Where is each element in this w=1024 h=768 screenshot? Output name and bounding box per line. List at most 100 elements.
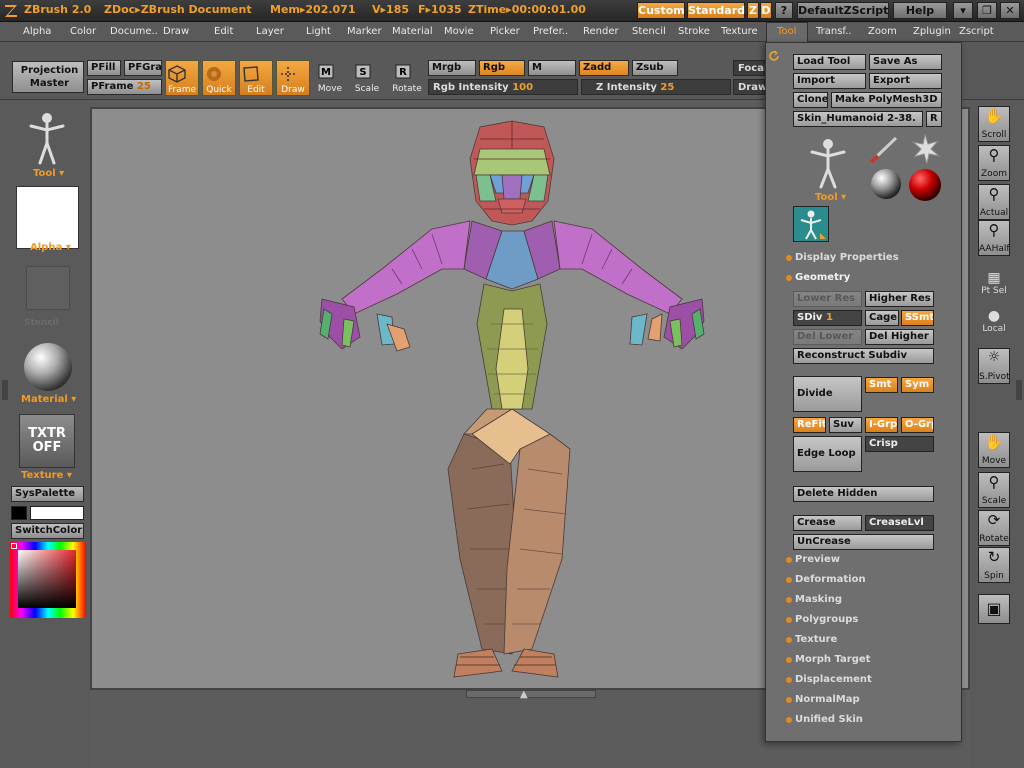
zsub-button[interactable]: Zsub: [632, 60, 678, 76]
del-higher-button[interactable]: Del Higher: [865, 329, 934, 345]
refresh-icon[interactable]: [768, 50, 780, 62]
lower-res-button[interactable]: Lower Res: [793, 291, 862, 307]
left-collapse-handle[interactable]: [2, 380, 8, 400]
menu-alpha[interactable]: Alpha: [23, 26, 51, 37]
zadd-button[interactable]: Zadd: [579, 60, 629, 76]
focal-slider[interactable]: Focal: [733, 60, 767, 76]
scroll-button[interactable]: ✋ Scroll: [978, 106, 1010, 142]
material-label[interactable]: Material ▾: [21, 394, 76, 405]
active-tool-thumbnail[interactable]: [793, 206, 829, 242]
menu-edit[interactable]: Edit: [214, 26, 233, 37]
menu-transform[interactable]: Transf..: [816, 26, 852, 37]
star-primitive-icon[interactable]: [908, 132, 942, 164]
clone-button[interactable]: Clone: [793, 92, 828, 108]
snapshot-button[interactable]: ▣: [978, 594, 1010, 624]
right-collapse-handle[interactable]: [1016, 380, 1022, 400]
ssmt-button[interactable]: SSmt: [901, 310, 934, 326]
display-properties-section[interactable]: Display Properties: [786, 252, 899, 263]
o-grp-button[interactable]: O-Grp: [901, 417, 934, 433]
menu-draw[interactable]: Draw: [163, 26, 189, 37]
import-button[interactable]: Import: [793, 73, 866, 89]
aahalf-button[interactable]: ⚲ AAHalf: [978, 220, 1010, 256]
z-button[interactable]: Z: [747, 2, 759, 19]
del-lower-button[interactable]: Del Lower: [793, 329, 862, 345]
rotate-button[interactable]: R Rotate: [390, 60, 424, 96]
color-picker[interactable]: [10, 542, 86, 618]
close-button[interactable]: ✕: [1000, 2, 1020, 19]
custom-button[interactable]: Custom: [637, 2, 685, 19]
cage-button[interactable]: Cage: [865, 310, 899, 326]
projection-master-button[interactable]: Projection Master: [12, 61, 84, 93]
document-menu[interactable]: ZDoc▸ZBrush Document: [104, 3, 252, 16]
mrgb-button[interactable]: Mrgb: [428, 60, 476, 76]
texture-section[interactable]: Texture: [785, 634, 837, 645]
menu-preferences[interactable]: Prefer..: [533, 26, 568, 37]
switchcolor-button[interactable]: SwitchColor: [11, 523, 84, 539]
make-polymesh3d-button[interactable]: Make PolyMesh3D: [831, 92, 942, 108]
pfgra-button[interactable]: PFGra: [124, 60, 162, 76]
reconstruct-subdiv-button[interactable]: Reconstruct Subdiv: [793, 348, 934, 364]
menu-marker[interactable]: Marker: [347, 26, 382, 37]
menu-render[interactable]: Render: [583, 26, 619, 37]
draw-button[interactable]: Draw: [276, 60, 310, 96]
menu-stroke[interactable]: Stroke: [678, 26, 710, 37]
crease-level-slider[interactable]: CreaseLvl: [865, 515, 934, 531]
menu-movie[interactable]: Movie: [444, 26, 474, 37]
menu-material[interactable]: Material: [392, 26, 433, 37]
s-pivot-button[interactable]: ☼ S.Pivot: [978, 348, 1010, 384]
humanoid-tool-icon[interactable]: [806, 136, 850, 190]
help-button[interactable]: Help: [893, 2, 947, 19]
pframe-slider[interactable]: PFrame 25: [87, 79, 162, 95]
main-color-swatch[interactable]: [30, 506, 84, 520]
stencil-thumbnail[interactable]: [26, 266, 70, 310]
actual-button[interactable]: ⚲ Actual: [978, 184, 1010, 220]
frame-button[interactable]: Frame: [165, 60, 199, 96]
i-grp-button[interactable]: I-Grp: [865, 417, 898, 433]
minimize-button[interactable]: ▾: [953, 2, 973, 19]
displacement-section[interactable]: Displacement: [786, 674, 872, 685]
sym-button[interactable]: Sym: [901, 377, 934, 393]
crisp-slider[interactable]: Crisp: [865, 436, 934, 452]
r-button[interactable]: R: [926, 111, 942, 127]
draw-size-slider[interactable]: Draw: [733, 79, 767, 95]
rgb-button[interactable]: Rgb: [479, 60, 525, 76]
move-button[interactable]: M Move: [313, 60, 347, 96]
palette-tool-label[interactable]: Tool ▾: [815, 192, 846, 203]
uncrease-button[interactable]: UnCrease: [793, 534, 934, 550]
preview-section[interactable]: Preview: [785, 554, 840, 565]
polygroups-section[interactable]: Polygroups: [785, 614, 858, 625]
quick-button[interactable]: Quick: [202, 60, 236, 96]
z-intensity-slider[interactable]: Z Intensity 25: [581, 79, 731, 95]
edge-loop-button[interactable]: Edge Loop: [793, 436, 862, 472]
spin-button[interactable]: ↻ Spin: [978, 547, 1010, 583]
export-button[interactable]: Export: [869, 73, 942, 89]
current-tool-name[interactable]: Skin_Humanoid 2-38.: [793, 111, 923, 127]
rgb-intensity-slider[interactable]: Rgb Intensity 100: [428, 79, 578, 95]
menu-picker[interactable]: Picker: [490, 26, 520, 37]
delete-hidden-button[interactable]: Delete Hidden: [793, 486, 934, 502]
tool-label[interactable]: Tool ▾: [33, 168, 64, 179]
menu-light[interactable]: Light: [306, 26, 331, 37]
texture-thumbnail[interactable]: TXTR OFF: [19, 414, 75, 468]
menu-texture[interactable]: Texture: [721, 26, 758, 37]
m-button[interactable]: M: [528, 60, 576, 76]
unified-skin-section[interactable]: Unified Skin: [786, 714, 863, 725]
menu-layer[interactable]: Layer: [256, 26, 284, 37]
default-zscript-button[interactable]: DefaultZScript: [797, 2, 889, 19]
divide-button[interactable]: Divide: [793, 376, 862, 412]
save-as-button[interactable]: Save As: [869, 54, 942, 70]
restore-button[interactable]: ❐: [977, 2, 997, 19]
scale-view-button[interactable]: ⚲ Scale: [978, 472, 1010, 508]
load-tool-button[interactable]: Load Tool: [793, 54, 866, 70]
edit-button[interactable]: Edit: [239, 60, 273, 96]
menu-zscript[interactable]: Zscript: [959, 26, 994, 37]
tool-thumbnail-icon[interactable]: [25, 110, 69, 166]
morph-target-section[interactable]: Morph Target: [785, 654, 870, 665]
local-button[interactable]: ● Local: [978, 308, 1010, 338]
refit-button[interactable]: ReFit: [793, 417, 826, 433]
geometry-section[interactable]: Geometry: [785, 272, 850, 283]
syspalette-button[interactable]: SysPalette: [11, 486, 84, 502]
alpha-thumbnail[interactable]: [16, 186, 79, 249]
canvas-scroll-handle[interactable]: [466, 690, 596, 698]
crease-button[interactable]: Crease: [793, 515, 862, 531]
